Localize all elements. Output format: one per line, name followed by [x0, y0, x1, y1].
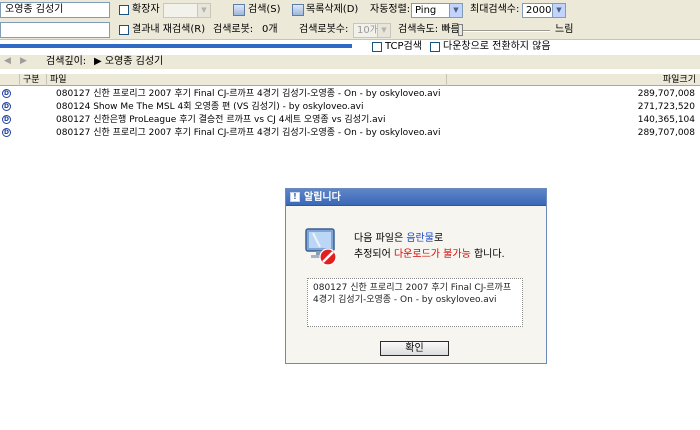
file-name: 080127 신한 프로리그 2007 후기 Final CJ-르까프 4경기 … [56, 89, 441, 99]
search-progress-bar [0, 44, 352, 48]
col-file[interactable]: 파일 [47, 74, 447, 86]
result-research-label: 결과내 재검색(R) [132, 24, 206, 35]
file-source-icon: D [2, 89, 11, 98]
col-icon[interactable] [0, 74, 20, 86]
back-icon[interactable]: ◀ [4, 56, 14, 66]
file-name: 080124 Show Me The MSL 4회 오영종 편 (VS 김성기)… [56, 102, 364, 112]
auto-sort-label: 자동정렬: [370, 4, 411, 15]
chevron-down-icon: ▼ [197, 4, 210, 17]
dialog-title-bar[interactable]: ! 알립니다 [286, 189, 546, 206]
delete-list-button[interactable]: 목록삭제(D) [306, 4, 358, 16]
alert-dialog: ! 알립니다 다음 파일은 음란물로 추정되어 다운로드가 불가능 합니다. 0… [285, 188, 547, 364]
highlight-blocked: 다운로드가 불가능 [393, 249, 471, 260]
info-icon: ! [290, 192, 300, 202]
file-size: 289,707,008 [637, 128, 695, 138]
speed-slider-thumb[interactable] [458, 24, 463, 36]
result-count-label: 검색로봇: [213, 24, 254, 35]
speed-label: 검색속도: 빠름 [398, 24, 460, 35]
ext-checkbox-label: 확장자 [132, 4, 160, 15]
depth-path[interactable]: ▶ 오영종 김성기 [94, 56, 163, 68]
file-size: 289,707,008 [637, 89, 695, 99]
depth-label: 검색깊이: [46, 56, 87, 67]
max-results-select[interactable]: 2000개 ▼ [522, 3, 566, 18]
secondary-input[interactable] [0, 22, 110, 38]
dialog-message-line2: 추정되어 다운로드가 불가능 합니다. [354, 249, 505, 260]
no-switch-checkbox[interactable] [430, 42, 440, 52]
blocked-monitor-icon [305, 228, 337, 266]
robot-count-select[interactable]: 10개 ▼ [353, 23, 391, 38]
search-depth-bar: ◀ ▶ 검색깊이: ▶ 오영종 김성기 [0, 55, 700, 69]
chevron-down-icon: ▼ [377, 24, 390, 37]
col-size[interactable]: 파일크기 [447, 74, 700, 86]
no-switch-label: 다운창으로 전환하지 않음 [443, 41, 551, 52]
speed-slider-track[interactable] [462, 30, 550, 32]
ext-checkbox[interactable] [119, 5, 129, 15]
table-row[interactable]: D 080127 신한은행 ProLeague 후기 결승전 르까프 vs CJ… [0, 114, 700, 126]
ext-select[interactable]: ▼ [163, 3, 211, 18]
file-size: 271,723,520 [637, 102, 695, 112]
search-button[interactable]: 검색(S) [248, 4, 281, 16]
search-toolbar: 오영종 김성기 확장자 ▼ 검색(S) 목록삭제(D) 자동정렬: Ping ▼… [0, 0, 700, 40]
search-icon[interactable] [233, 4, 245, 16]
file-source-icon: D [2, 128, 11, 137]
dialog-title: 알립니다 [304, 192, 341, 203]
robot-count-label: 검색로봇수: [299, 24, 349, 35]
file-name: 080127 신한 프로리그 2007 후기 Final CJ-르까프 4경기 … [56, 128, 441, 138]
file-source-icon: D [2, 102, 11, 111]
file-source-icon: D [2, 115, 11, 124]
delete-list-icon[interactable] [292, 4, 304, 16]
results-table-header: 구분 파일 파일크기 [0, 73, 700, 86]
table-row[interactable]: D 080124 Show Me The MSL 4회 오영종 편 (VS 김성… [0, 101, 700, 113]
blocked-file-name: 080127 신한 프로리그 2007 후기 Final CJ-르까프 4경기 … [307, 278, 523, 327]
col-type[interactable]: 구분 [20, 74, 47, 86]
chevron-down-icon: ▼ [552, 4, 565, 17]
file-name: 080127 신한은행 ProLeague 후기 결승전 르까프 vs CJ 4… [56, 115, 386, 125]
forward-icon[interactable]: ▶ [20, 56, 30, 66]
highlight-adult: 음란물 [406, 233, 434, 244]
table-row[interactable]: D 080127 신한 프로리그 2007 후기 Final CJ-르까프 4경… [0, 127, 700, 139]
dialog-message-line1: 다음 파일은 음란물로 [354, 233, 444, 244]
speed-slow-label: 느림 [555, 24, 574, 35]
auto-sort-select[interactable]: Ping ▼ [411, 3, 463, 18]
tcp-label: TCP검색 [385, 41, 422, 52]
ok-button[interactable]: 확인 [380, 341, 449, 356]
max-results-label: 최대검색수: [470, 4, 520, 15]
chevron-down-icon: ▼ [449, 4, 462, 17]
tcp-checkbox[interactable] [372, 42, 382, 52]
result-research-checkbox[interactable] [119, 25, 129, 35]
file-size: 140,365,104 [637, 115, 695, 125]
search-input[interactable]: 오영종 김성기 [0, 2, 110, 18]
table-row[interactable]: D 080127 신한 프로리그 2007 후기 Final CJ-르까프 4경… [0, 88, 700, 100]
result-count-value: 0개 [262, 24, 278, 35]
